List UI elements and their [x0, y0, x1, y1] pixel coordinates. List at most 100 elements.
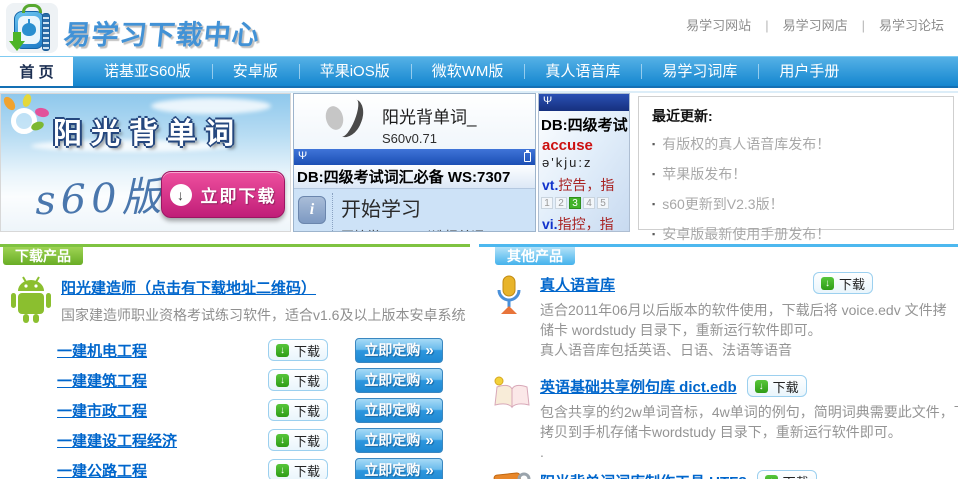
- banner-edition: s60版: [34, 164, 167, 227]
- status-bar: Ψ: [539, 94, 629, 111]
- nav-tab-dict[interactable]: 易学习词库: [641, 57, 758, 86]
- desc-line: 真人语音库包括英语、日语、法语等语音: [540, 340, 958, 360]
- section-tab-downloads: 下载产品: [3, 247, 83, 265]
- product-link[interactable]: 一建建筑工程: [57, 370, 268, 391]
- download-row: 一建建筑工程 ↓下载 立即定购»: [0, 365, 470, 395]
- update-item: ▪s60更新到V2.3版！: [652, 189, 953, 219]
- banner-download-button[interactable]: ↓ 立即下载: [161, 171, 285, 218]
- download-button[interactable]: ↓下载: [757, 470, 817, 479]
- order-label: 立即定购: [364, 400, 420, 420]
- chevron-right-icon: »: [425, 432, 433, 449]
- top-link-website[interactable]: 易学习网站: [686, 18, 751, 33]
- download-button[interactable]: ↓下载: [747, 375, 807, 397]
- desc-line: 适合2011年06月以后版本的软件使用，下载后将 voice.edv 文件拷: [540, 300, 958, 320]
- chevron-right-icon: »: [425, 402, 433, 419]
- featured-product-desc: 国家建造师职业资格考试练习软件，适合v1.6及以上版本安卓系统: [61, 305, 465, 325]
- download-row: 一建机电工程 ↓下载 立即定购»: [0, 335, 470, 365]
- phonetic: ə'kju:z: [539, 155, 629, 170]
- download-row: 一建公路工程 ↓ 下载 立即定购»: [0, 455, 470, 479]
- updates-list: ▪有版权的真人语音库发布！ ▪苹果版发布！ ▪s60更新到V2.3版！ ▪安卓版…: [652, 129, 953, 249]
- banner-download-label: 立即下载: [201, 182, 277, 207]
- download-label: 下载: [839, 274, 865, 293]
- other-product-link[interactable]: 阳光背单词词库制作工具 UTF8: [540, 471, 747, 479]
- download-arrow-icon: ↓: [765, 475, 778, 479]
- pagination: 1 2 3 4 5: [539, 197, 629, 209]
- updates-title: 最近更新:: [652, 106, 953, 126]
- antenna-icon: Ψ: [298, 150, 307, 162]
- download-button[interactable]: ↓ 下载: [813, 272, 873, 294]
- android-icon: [8, 274, 54, 326]
- others-section: 其他产品 真人语音库 ↓下载 适合2011年06月以后版本的软件使用，下载后将 …: [479, 244, 958, 479]
- product-link[interactable]: 一建机电工程: [57, 340, 268, 361]
- order-label: 立即定购: [364, 430, 420, 450]
- meaning: 指控，指: [558, 216, 614, 232]
- download-row: 一建市政工程 ↓下载 立即定购 »: [0, 395, 470, 425]
- nav-tab-s60[interactable]: 诺基亚S60版: [83, 57, 212, 86]
- order-button[interactable]: 立即定购»: [355, 458, 443, 479]
- desc-line: 包含共享的约2w单词音标，4w单词的例句，简明词典需要此文件，下: [540, 402, 958, 422]
- download-label: 下载: [294, 371, 320, 390]
- logo-backpack-icon: [6, 3, 58, 53]
- backpack-zipper: [42, 13, 50, 51]
- other-product-link[interactable]: 真人语音库: [540, 274, 615, 295]
- other-product-link[interactable]: 英语基础共享例句库 dict.edb: [540, 376, 737, 397]
- nav-tab-home[interactable]: 首 页: [0, 57, 73, 86]
- screenshot-app-header: 阳光背单词_ S60v0.71: [294, 94, 535, 149]
- part-of-speech: vt.: [542, 177, 558, 193]
- download-arrow-icon: ↓: [276, 464, 289, 477]
- nav-tab-voice[interactable]: 真人语音库: [524, 57, 641, 86]
- sun-petal: [34, 107, 49, 118]
- nav-tab-manual[interactable]: 用户手册: [758, 57, 860, 86]
- download-button[interactable]: ↓下载: [268, 339, 328, 361]
- update-text: s60更新到V2.3版！: [662, 196, 783, 212]
- app-logo-icon: [329, 95, 368, 142]
- download-arrow-icon: ↓: [276, 404, 289, 417]
- top-link-shop[interactable]: 易学习网店: [783, 18, 848, 33]
- bullet-icon: ▪: [652, 139, 655, 149]
- main-nav: 首 页 诺基亚S60版 安卓版 苹果iOS版 微软WM版 真人语音库 易学习词库…: [0, 56, 958, 88]
- download-button[interactable]: ↓ 下载: [268, 459, 328, 479]
- product-link[interactable]: 一建公路工程: [57, 460, 268, 479]
- desc-line: 储卡 wordstudy 目录下，重新运行软件即可。: [540, 320, 958, 340]
- download-label: 下载: [773, 377, 799, 396]
- db-info-line: DB:四级考试: [539, 111, 629, 134]
- other-product-desc: 适合2011年06月以后版本的软件使用，下载后将 voice.edv 文件拷 储…: [540, 300, 958, 360]
- download-label: 下载: [294, 461, 320, 479]
- nav-tab-wm[interactable]: 微软WM版: [411, 57, 525, 86]
- nav-tab-android[interactable]: 安卓版: [212, 57, 299, 86]
- featured-product: 阳光建造师（点击有下载地址二维码） 国家建造师职业资格考试练习软件，适合v1.6…: [0, 274, 470, 326]
- order-button[interactable]: 立即定购 »: [355, 428, 443, 453]
- page: 易学习下载中心 易学习网站|易学习网店|易学习论坛 首 页 诺基亚S60版 安卓…: [0, 0, 958, 479]
- order-label: 立即定购: [364, 460, 420, 479]
- download-arrow-icon: ↓: [276, 434, 289, 447]
- top-link-forum[interactable]: 易学习论坛: [879, 18, 944, 33]
- order-label: 立即定购: [364, 340, 420, 360]
- link-separator: |: [765, 18, 768, 33]
- featured-product-link[interactable]: 阳光建造师（点击有下载地址二维码）: [61, 280, 316, 297]
- order-label: 立即定购: [364, 370, 420, 390]
- content: 下载产品 阳光建造师（点击有下载地址二维码） 国家建造师职业资格考试练习软件，: [0, 232, 958, 479]
- other-product-desc: 包含共享的约2w单词音标，4w单词的例句，简明词典需要此文件，下 拷贝到手机存储…: [540, 402, 958, 462]
- info-icon: i: [298, 196, 326, 224]
- download-rows: 一建机电工程 ↓下载 立即定购» 一建建筑工程 ↓下载 立即定购» 一建市政工程…: [0, 335, 470, 479]
- menu-selection: i 开始学习 开始学习，可以选择单词: [294, 188, 535, 232]
- order-button[interactable]: 立即定购»: [355, 368, 443, 393]
- battery-icon: [524, 152, 531, 162]
- product-link[interactable]: 一建建设工程经济: [57, 430, 268, 451]
- nav-tab-ios[interactable]: 苹果iOS版: [299, 57, 411, 86]
- part-of-speech: vi.: [542, 216, 558, 232]
- order-button[interactable]: 立即定购 »: [355, 398, 443, 423]
- download-arrow-icon: ↓: [821, 277, 834, 290]
- download-label: 下载: [294, 431, 320, 450]
- open-book-icon: [491, 375, 533, 411]
- download-button[interactable]: ↓ 下载: [268, 429, 328, 451]
- product-link[interactable]: 一建市政工程: [57, 400, 268, 421]
- meaning: 控告，指: [558, 177, 614, 193]
- tool-book-icon: W: [491, 470, 533, 479]
- download-button[interactable]: ↓下载: [268, 369, 328, 391]
- header: 易学习下载中心 易学习网站|易学习网店|易学习论坛: [0, 0, 958, 56]
- order-button[interactable]: 立即定购»: [355, 338, 443, 363]
- download-button[interactable]: ↓下载: [268, 399, 328, 421]
- update-text: 苹果版发布！: [662, 166, 746, 182]
- section-header: 下载产品: [0, 244, 470, 265]
